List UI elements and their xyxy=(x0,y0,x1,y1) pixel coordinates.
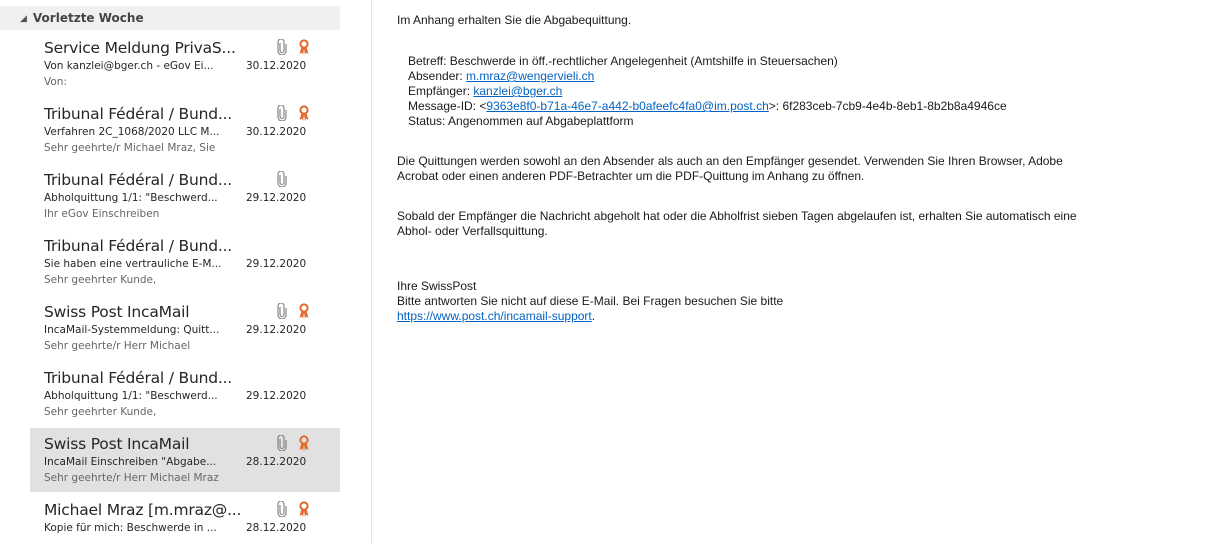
message-list-pane[interactable]: ◢ Vorletzte Woche Service Meldung PrivaS.… xyxy=(0,0,372,543)
message-list-item[interactable]: Swiss Post IncaMail IncaMail-Systemmeldun… xyxy=(30,296,340,360)
message-date: 29.12.2020 xyxy=(246,390,307,402)
message-date: 30.12.2020 xyxy=(246,126,307,138)
message-para1-line1: Die Quittungen werden sowohl an den Abse… xyxy=(397,154,1063,168)
message-date: 28.12.2020 xyxy=(246,522,307,534)
message-list-item[interactable]: Tribunal Fédéral / Bund... Abholquittung … xyxy=(30,164,340,228)
registered-mail-ribbon-icon xyxy=(299,435,309,451)
message-list-item[interactable]: Tribunal Fédéral / Bund... Sie haben eine… xyxy=(30,230,340,294)
message-sender: Swiss Post IncaMail xyxy=(44,435,190,453)
message-preview: Ihr eGov Einschreiben xyxy=(44,208,160,220)
message-preview: Sehr geehrter Kunde, xyxy=(44,274,157,286)
message-list-item[interactable]: Tribunal Fédéral / Bund... Verfahren 2C_1… xyxy=(30,98,340,162)
message-subject: Verfahren 2C_1068/2020 LLC M... xyxy=(44,126,220,138)
message-list-item[interactable]: Swiss Post IncaMail IncaMail Einschreiben… xyxy=(30,428,340,492)
message-date: 29.12.2020 xyxy=(246,324,307,336)
message-empfaenger: Empfänger: kanzlei@bger.ch xyxy=(408,84,562,98)
message-date: 29.12.2020 xyxy=(246,192,307,204)
message-date: 28.12.2020 xyxy=(246,456,307,468)
registered-mail-ribbon-icon xyxy=(299,105,309,121)
absender-email-link[interactable]: m.mraz@wengervieli.ch xyxy=(466,69,594,83)
message-preview: Sehr geehrte/r Herr Michael Mraz xyxy=(44,472,219,484)
message-sender: Michael Mraz [m.mraz@... xyxy=(44,501,242,519)
message-no-reply: Bitte antworten Sie nicht auf diese E-Ma… xyxy=(397,294,784,308)
message-support: https://www.post.ch/incamail-support. xyxy=(397,309,595,323)
message-para2-line1: Sobald der Empfänger die Nachricht abgeh… xyxy=(397,209,1077,223)
registered-mail-ribbon-icon xyxy=(299,39,309,55)
message-preview: Von: xyxy=(44,76,67,88)
message-subject: Kopie für mich: Beschwerde in ... xyxy=(44,522,217,534)
message-intro: Im Anhang erhalten Sie die Abgabequittun… xyxy=(397,13,632,27)
message-signature: Ihre SwissPost xyxy=(397,279,477,293)
message-status: Status: Angenommen auf Abgabeplattform xyxy=(408,114,634,128)
support-link[interactable]: https://www.post.ch/incamail-support xyxy=(397,309,592,323)
message-para2-line2: Abhol- oder Verfallsquittung. xyxy=(397,224,548,238)
msgid-rest: >: 6f283ceb-7cb9-4e4b-8eb1-8b2b8a4946ce xyxy=(768,99,1007,113)
attachment-paperclip-icon xyxy=(277,435,287,451)
empfaenger-email-link[interactable]: kanzlei@bger.ch xyxy=(473,84,562,98)
absender-label: Absender: xyxy=(408,69,467,83)
collapse-triangle-icon[interactable]: ◢ xyxy=(20,14,27,24)
message-subject: Abholquittung 1/1: "Beschwerd... xyxy=(44,390,218,402)
message-subject: Abholquittung 1/1: "Beschwerd... xyxy=(44,192,218,204)
message-list-item[interactable]: Tribunal Fédéral / Bund... Abholquittung … xyxy=(30,362,340,426)
message-para1-line2: Acrobat oder einen anderen PDF-Betrachte… xyxy=(397,169,865,183)
message-absender: Absender: m.mraz@wengervieli.ch xyxy=(408,69,594,83)
group-header-label: Vorletzte Woche xyxy=(32,11,144,25)
message-subject: IncaMail-Systemmeldung: Quitt... xyxy=(44,324,220,336)
message-sender: Tribunal Fédéral / Bund... xyxy=(44,369,233,387)
message-preview: Sehr geehrte/r Herr Michael xyxy=(44,340,191,352)
message-date: 30.12.2020 xyxy=(246,60,307,72)
msgid-link[interactable]: 9363e8f0-b71a-46e7-a442-b0afeefc4fa0@im.… xyxy=(486,99,768,113)
message-preview: Sehr geehrte/r Michael Mraz, Sie xyxy=(44,142,216,154)
message-id: Message-ID: <9363e8f0-b71a-46e7-a442-b0a… xyxy=(408,99,1007,113)
attachment-paperclip-icon xyxy=(277,171,287,187)
message-sender: Tribunal Fédéral / Bund... xyxy=(44,171,233,189)
group-header-vorletzte-woche[interactable]: ◢ Vorletzte Woche xyxy=(0,6,340,30)
message-betreff: Betreff: Beschwerde in öff.-rechtlicher … xyxy=(408,54,838,68)
message-sender: Service Meldung PrivaS... xyxy=(44,39,236,57)
message-preview: Sehr geehrter Kunde, xyxy=(44,406,157,418)
reading-pane: Im Anhang erhalten Sie die Abgabequittun… xyxy=(397,0,1222,543)
registered-mail-ribbon-icon xyxy=(299,501,309,517)
msgid-label: Message-ID: < xyxy=(408,99,487,113)
attachment-paperclip-icon xyxy=(277,105,287,121)
message-date: 29.12.2020 xyxy=(246,258,307,270)
message-sender: Tribunal Fédéral / Bund... xyxy=(44,237,233,255)
registered-mail-ribbon-icon xyxy=(299,303,309,319)
message-sender: Swiss Post IncaMail xyxy=(44,303,190,321)
message-sender: Tribunal Fédéral / Bund... xyxy=(44,105,233,123)
message-subject: Sie haben eine vertrauliche E-M... xyxy=(44,258,222,270)
attachment-paperclip-icon xyxy=(277,39,287,55)
empfaenger-label: Empfänger: xyxy=(408,84,474,98)
support-tail: . xyxy=(591,309,596,323)
message-subject: IncaMail Einschreiben "Abgabe... xyxy=(44,456,217,468)
message-list-item[interactable]: Service Meldung PrivaS... Von kanzlei@bge… xyxy=(30,32,340,96)
message-subject: Von kanzlei@bger.ch - eGov Ei... xyxy=(44,60,214,72)
message-list-item[interactable]: Michael Mraz [m.mraz@... Kopie für mich: … xyxy=(30,494,340,543)
attachment-paperclip-icon xyxy=(277,501,287,517)
attachment-paperclip-icon xyxy=(277,303,287,319)
